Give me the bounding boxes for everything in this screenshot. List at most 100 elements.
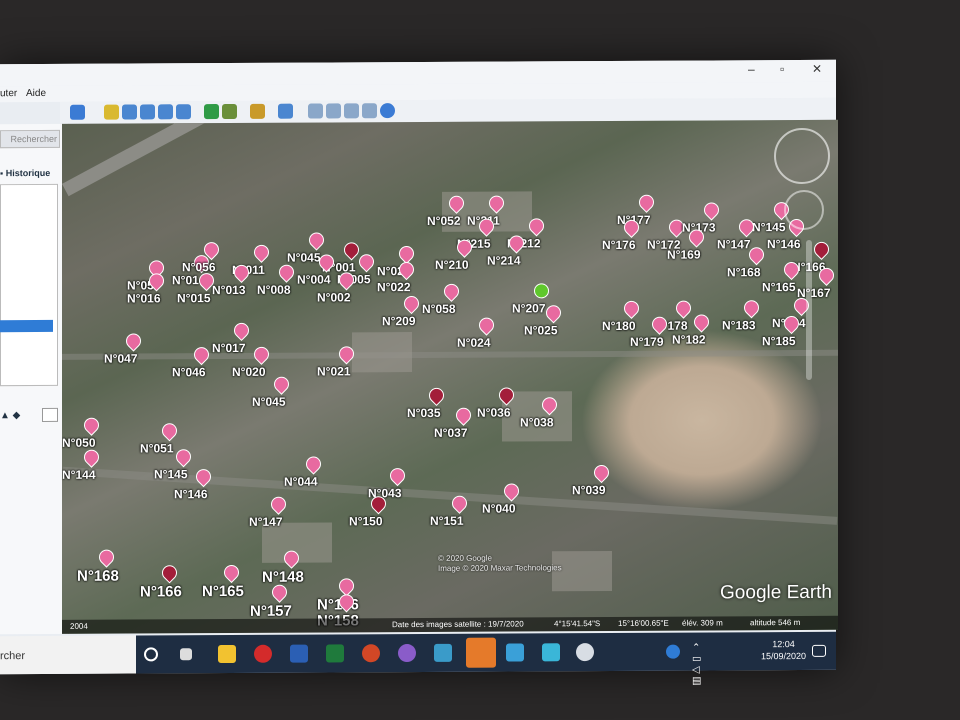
placemark-pin-icon[interactable]: [542, 302, 565, 324]
placemark-label[interactable]: N°207: [512, 301, 546, 315]
placemark-label[interactable]: N°183: [722, 318, 756, 332]
file-explorer-icon[interactable]: [218, 644, 236, 664]
placemark-label[interactable]: N°045: [252, 395, 286, 409]
placemark-label[interactable]: N°147: [717, 237, 751, 251]
tab-historique[interactable]: ▪ Historique: [0, 168, 50, 178]
placemark-label[interactable]: N°145: [752, 220, 786, 234]
placemark-label[interactable]: N°008: [257, 283, 291, 297]
taskbar-search[interactable]: rcher: [0, 635, 136, 675]
timeline-year[interactable]: 2004: [70, 622, 88, 631]
placemark-label[interactable]: N°039: [572, 483, 606, 497]
minimize-icon[interactable]: –: [748, 62, 755, 76]
placemark-label[interactable]: N°047: [104, 351, 138, 365]
placemark-label[interactable]: N°168: [727, 265, 761, 279]
placemark-pin-icon[interactable]: [590, 461, 613, 484]
placemark-label[interactable]: N°146: [767, 237, 801, 251]
placemark-pin-icon[interactable]: [400, 292, 423, 315]
placemark-label[interactable]: N°045: [287, 251, 321, 265]
placemark-pin-icon[interactable]: [440, 280, 463, 302]
placemark-label[interactable]: N°180: [602, 319, 636, 333]
placemark-label[interactable]: N°002: [317, 290, 351, 304]
placemark-label[interactable]: N°044: [284, 475, 318, 489]
help-icon[interactable]: [666, 644, 680, 659]
placemark-label[interactable]: N°046: [172, 365, 206, 379]
placemark-label[interactable]: N°157: [250, 603, 292, 620]
placemark-pin-icon[interactable]: [620, 297, 643, 319]
placemark-pin-icon[interactable]: [250, 241, 273, 263]
placemark-pin-icon[interactable]: [230, 319, 253, 342]
placemark-label[interactable]: N°168: [77, 568, 119, 585]
placemark-label[interactable]: N°050: [62, 436, 96, 450]
earth-icon[interactable]: [380, 103, 395, 119]
google-earth-taskbar-icon[interactable]: [576, 643, 594, 662]
placemark-pin-icon[interactable]: [122, 330, 145, 352]
placemark-label[interactable]: N°169: [667, 248, 701, 262]
placemark-pin-icon[interactable]: [250, 343, 273, 365]
word-icon[interactable]: [290, 644, 308, 663]
app-icon[interactable]: [542, 643, 560, 662]
placemark-pin-icon[interactable]: [635, 191, 658, 213]
placemark-pin-icon[interactable]: [355, 251, 378, 273]
placemark-pin-icon[interactable]: [302, 453, 325, 475]
placemark-label[interactable]: N°210: [435, 258, 469, 272]
placemark-label[interactable]: N°182: [672, 332, 706, 346]
placemark-icon[interactable]: [104, 104, 119, 120]
placemark-label[interactable]: N°038: [520, 415, 554, 429]
planet-icon[interactable]: [278, 103, 293, 119]
placemark-label[interactable]: N°185: [762, 334, 796, 348]
satellite-map-view[interactable]: N°052N°211N°215N°212N°214N°210N°177N°176…: [62, 119, 838, 634]
move-up-icon[interactable]: ▲ ◆: [0, 410, 20, 421]
placemark-label[interactable]: N°020: [232, 365, 266, 379]
placemark-pin-icon[interactable]: [80, 446, 103, 468]
placemark-pin-icon[interactable]: [475, 314, 498, 336]
placemark-label[interactable]: N°051: [140, 441, 174, 455]
placemark-label[interactable]: N°021: [317, 364, 351, 378]
close-icon[interactable]: ✕: [812, 62, 822, 76]
placemark-pin-icon[interactable]: [158, 562, 181, 584]
placemark-pin-icon[interactable]: [267, 493, 290, 515]
app-icon[interactable]: [398, 644, 416, 663]
placemark-pin-icon[interactable]: [270, 373, 293, 395]
placemark-label[interactable]: N°022: [377, 280, 411, 294]
placemark-pin-icon[interactable]: [190, 344, 213, 366]
placemark-label[interactable]: N°036: [477, 406, 511, 420]
overlay-icon[interactable]: [158, 104, 173, 120]
task-view-icon[interactable]: [180, 648, 192, 661]
placemark-label[interactable]: N°166: [140, 583, 182, 600]
placemark-label[interactable]: N°040: [482, 501, 516, 515]
placemark-pin-icon[interactable]: [305, 229, 328, 251]
historical-imagery-icon[interactable]: [204, 104, 219, 120]
powerpoint-icon[interactable]: [362, 644, 380, 663]
placemark-label[interactable]: N°035: [407, 406, 441, 420]
email-icon[interactable]: [308, 103, 323, 119]
placemark-label[interactable]: N°017: [212, 341, 246, 355]
notifications-icon[interactable]: [812, 644, 826, 657]
placemark-label[interactable]: N°037: [434, 426, 468, 440]
placemark-pin-icon[interactable]: [700, 199, 723, 221]
ruler-icon[interactable]: [250, 103, 265, 119]
placemark-label[interactable]: N°176: [602, 238, 636, 252]
zoom-slider[interactable]: [806, 239, 812, 380]
polygon-icon[interactable]: [122, 104, 137, 120]
placemark-pin-icon[interactable]: [95, 546, 118, 568]
look-joystick-icon[interactable]: [784, 189, 824, 231]
taskbar-clock[interactable]: 12:04 15/09/2020: [761, 638, 806, 662]
opera-icon[interactable]: [254, 644, 272, 663]
app-icon[interactable]: [506, 643, 524, 662]
placemark-label[interactable]: N°056: [182, 260, 216, 274]
placemark-label[interactable]: N°151: [430, 514, 464, 528]
placemark-pin-icon[interactable]: [158, 420, 181, 442]
placemark-label[interactable]: N°024: [457, 336, 491, 350]
placemark-label[interactable]: N°025: [524, 323, 558, 337]
placemark-label[interactable]: N°209: [382, 314, 416, 328]
placemark-label[interactable]: N°052: [427, 214, 461, 228]
placemark-label[interactable]: N°147: [249, 515, 283, 529]
print-icon[interactable]: [326, 103, 341, 119]
placemark-label[interactable]: N°148: [262, 569, 304, 586]
maximize-icon[interactable]: ▫: [780, 62, 784, 76]
placemark-label[interactable]: N°015: [177, 291, 211, 305]
placemark-pin-icon[interactable]: [452, 404, 475, 426]
app-icon[interactable]: [434, 643, 452, 662]
placemark-label[interactable]: N°058: [422, 302, 456, 316]
sidebar-toggle-icon[interactable]: [70, 104, 85, 120]
